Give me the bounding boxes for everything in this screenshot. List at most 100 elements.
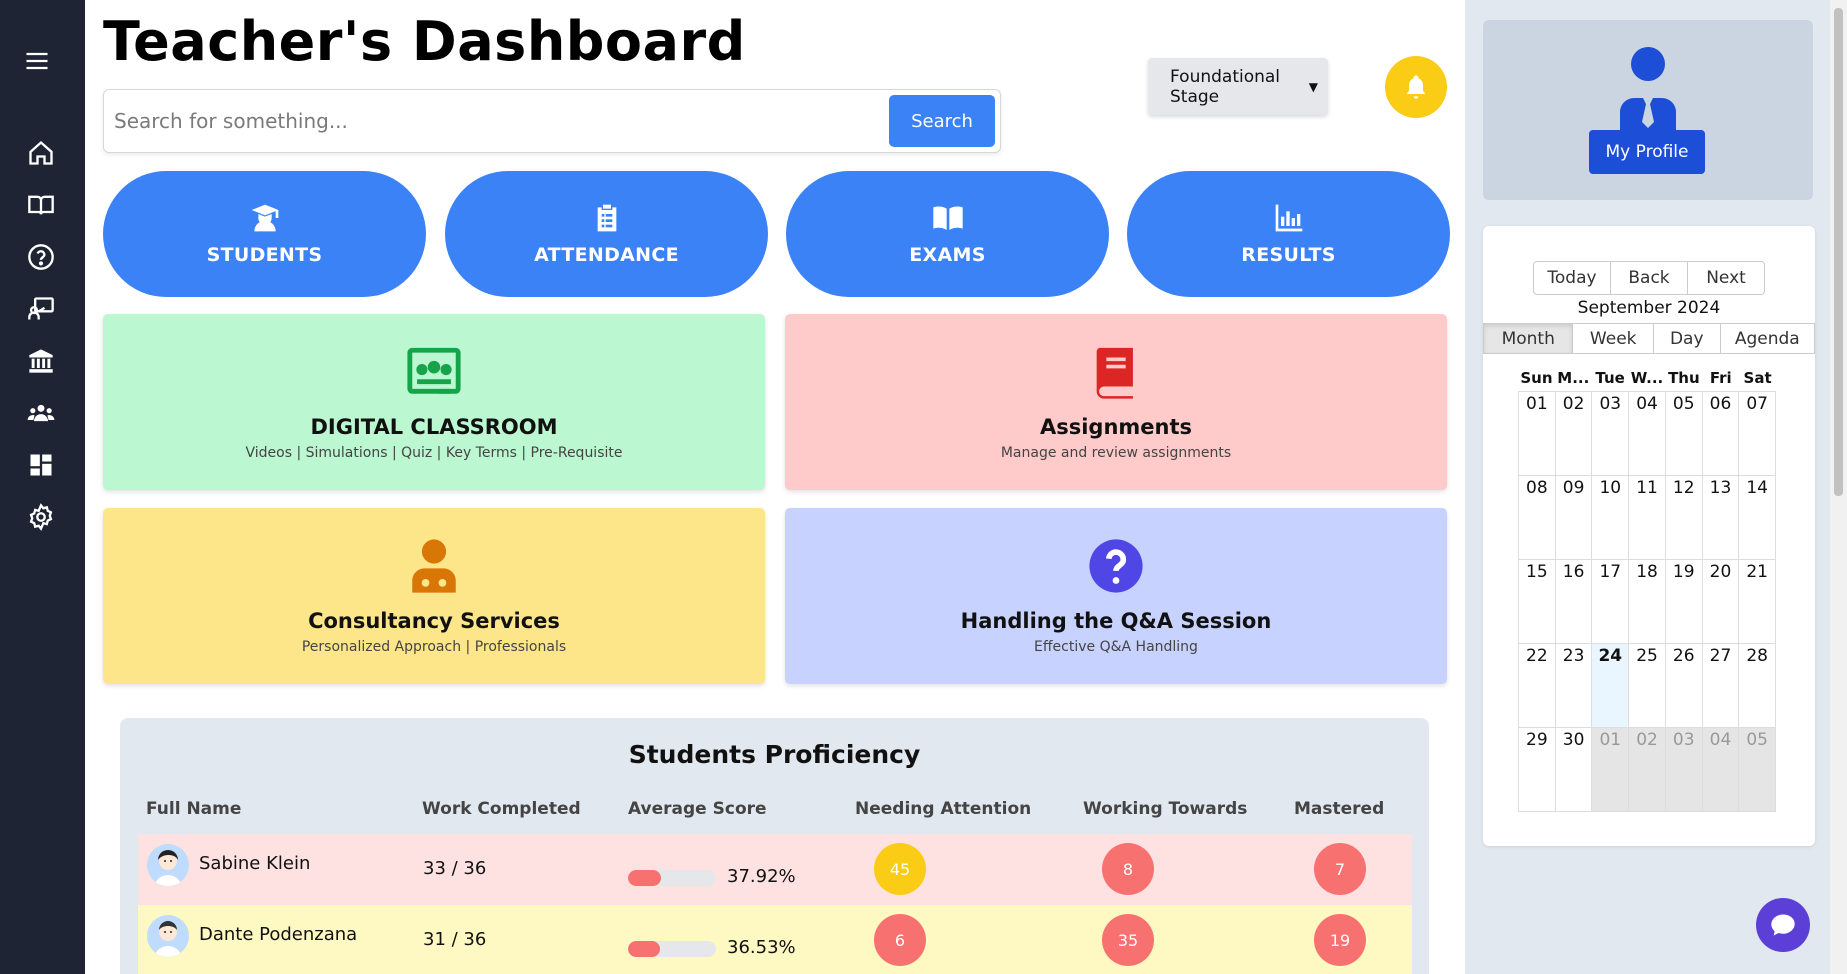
search-bar: Search <box>103 89 1001 153</box>
calendar-day[interactable]: 07 <box>1739 392 1777 475</box>
users-icon[interactable] <box>24 396 58 430</box>
consultancy-card[interactable]: Consultancy Services Personalized Approa… <box>103 508 765 684</box>
score-progress-fill <box>628 870 662 886</box>
attendance-label: ATTENDANCE <box>534 244 679 266</box>
calendar-grid: Sun M... Tue W... Thu Fri Sat 01 02 03 04 05 06 07 08 0… <box>1518 369 1777 812</box>
calendar-day[interactable]: 02 <box>1629 728 1666 811</box>
calendar-week-row: 15 16 17 18 19 20 21 <box>1518 560 1777 644</box>
calendar-day[interactable]: 24 <box>1592 644 1630 727</box>
calendar-day[interactable]: 19 <box>1666 560 1703 643</box>
work-completed: 33 / 36 <box>423 858 487 879</box>
calendar-view-switcher: Month Week Day Agenda <box>1483 323 1815 354</box>
results-label: RESULTS <box>1241 244 1336 266</box>
search-input[interactable] <box>106 92 886 150</box>
chart-icon <box>1275 204 1302 232</box>
classroom-icon <box>407 347 461 394</box>
attendance-button[interactable]: ATTENDANCE <box>445 171 768 297</box>
calendar-day[interactable]: 28 <box>1739 644 1777 727</box>
card-title: Assignments <box>1039 415 1193 439</box>
students-label: STUDENTS <box>206 244 323 266</box>
search-button[interactable]: Search <box>889 95 995 147</box>
students-button[interactable]: STUDENTS <box>103 171 426 297</box>
calendar-day[interactable]: 16 <box>1556 560 1593 643</box>
digital-classroom-card[interactable]: DIGITAL CLASSROOM Videos | Simulations |… <box>103 314 765 490</box>
table-row[interactable]: Sabine Klein 33 / 36 37.92% 45 8 7 <box>138 834 1412 905</box>
page-scrollbar[interactable] <box>1830 0 1847 974</box>
calendar-day[interactable]: 14 <box>1739 476 1777 559</box>
chat-button[interactable] <box>1756 898 1810 952</box>
calendar-weekday: W... <box>1630 369 1664 387</box>
calendar-back-button[interactable]: Back <box>1611 262 1688 294</box>
qa-session-card[interactable]: Handling the Q&A Session Effective Q&A H… <box>785 508 1447 684</box>
avatar <box>147 844 189 886</box>
calendar-day[interactable]: 23 <box>1556 644 1593 727</box>
calendar-day[interactable]: 18 <box>1629 560 1666 643</box>
calendar-day[interactable]: 11 <box>1629 476 1666 559</box>
calendar-view-month[interactable]: Month <box>1484 324 1574 353</box>
working-towards-count: 8 <box>1102 843 1154 895</box>
scrollbar-thumb[interactable] <box>1834 8 1843 496</box>
calendar-day[interactable]: 26 <box>1666 644 1703 727</box>
profile-card: My Profile <box>1483 20 1813 200</box>
calendar-day[interactable]: 21 <box>1739 560 1777 643</box>
dashboard-icon[interactable] <box>24 448 58 482</box>
calendar-day[interactable]: 01 <box>1519 392 1556 475</box>
calendar-day[interactable]: 15 <box>1519 560 1556 643</box>
book-icon <box>1096 347 1133 399</box>
calendar-day[interactable]: 01 <box>1592 728 1630 811</box>
calendar-day[interactable]: 06 <box>1703 392 1740 475</box>
calendar-day[interactable]: 03 <box>1665 728 1703 811</box>
calendar-day[interactable]: 29 <box>1519 728 1556 811</box>
calendar-day[interactable]: 25 <box>1629 644 1666 727</box>
teacher-icon[interactable] <box>24 292 58 326</box>
calendar-week-row: 08 09 10 11 12 13 14 <box>1518 476 1777 560</box>
calendar-day[interactable]: 10 <box>1592 476 1630 559</box>
question-icon <box>1089 539 1143 593</box>
card-title: Handling the Q&A Session <box>960 609 1272 633</box>
help-icon[interactable] <box>24 240 58 274</box>
calendar-month-label: September 2024 <box>1577 298 1721 318</box>
bell-icon <box>1406 75 1426 99</box>
calendar-day[interactable]: 05 <box>1666 392 1703 475</box>
calendar-day[interactable]: 09 <box>1556 476 1593 559</box>
column-header: Full Name <box>146 799 242 819</box>
my-profile-button[interactable]: My Profile <box>1589 130 1705 174</box>
calendar-view-week[interactable]: Week <box>1573 324 1654 353</box>
right-panel: My Profile Today Back Next September 202… <box>1465 0 1830 974</box>
score-progress-bar <box>628 870 716 886</box>
results-button[interactable]: RESULTS <box>1127 171 1450 297</box>
mastered-count: 7 <box>1314 843 1366 895</box>
calendar-day[interactable]: 03 <box>1592 392 1630 475</box>
calendar-view-day[interactable]: Day <box>1654 324 1721 353</box>
stage-select[interactable]: Foundational Stage ▼ <box>1148 58 1328 115</box>
calendar-day[interactable]: 13 <box>1703 476 1740 559</box>
table-row[interactable]: Dante Podenzana 31 / 36 36.53% 6 35 19 <box>138 905 1412 974</box>
calendar-day[interactable]: 27 <box>1703 644 1740 727</box>
calendar-day[interactable]: 30 <box>1556 728 1593 811</box>
calendar-weekday: Sat <box>1743 369 1772 387</box>
menu-icon[interactable] <box>20 44 54 78</box>
calendar-day[interactable]: 08 <box>1519 476 1556 559</box>
calendar-day[interactable]: 04 <box>1629 392 1666 475</box>
notification-button[interactable] <box>1385 56 1447 118</box>
card-subtitle: Videos | Simulations | Quiz | Key Terms … <box>245 445 623 461</box>
calendar-day[interactable]: 22 <box>1519 644 1556 727</box>
settings-icon[interactable] <box>24 500 58 534</box>
calendar-next-button[interactable]: Next <box>1688 262 1764 294</box>
calendar-day[interactable]: 17 <box>1592 560 1630 643</box>
assignments-card[interactable]: Assignments Manage and review assignment… <box>785 314 1447 490</box>
home-icon[interactable] <box>24 136 58 170</box>
card-subtitle: Personalized Approach | Professionals <box>301 639 567 655</box>
column-header: Working Towards <box>1083 799 1248 819</box>
calendar-day[interactable]: 20 <box>1703 560 1740 643</box>
calendar-today-button[interactable]: Today <box>1534 262 1611 294</box>
exams-button[interactable]: EXAMS <box>786 171 1109 297</box>
calendar-day[interactable]: 02 <box>1556 392 1593 475</box>
book-icon[interactable] <box>24 188 58 222</box>
calendar-weekday: Sun <box>1520 369 1553 387</box>
calendar-day[interactable]: 05 <box>1739 728 1777 811</box>
calendar-view-agenda[interactable]: Agenda <box>1721 324 1814 353</box>
calendar-day[interactable]: 12 <box>1666 476 1703 559</box>
institution-icon[interactable] <box>24 344 58 378</box>
calendar-day[interactable]: 04 <box>1702 728 1740 811</box>
